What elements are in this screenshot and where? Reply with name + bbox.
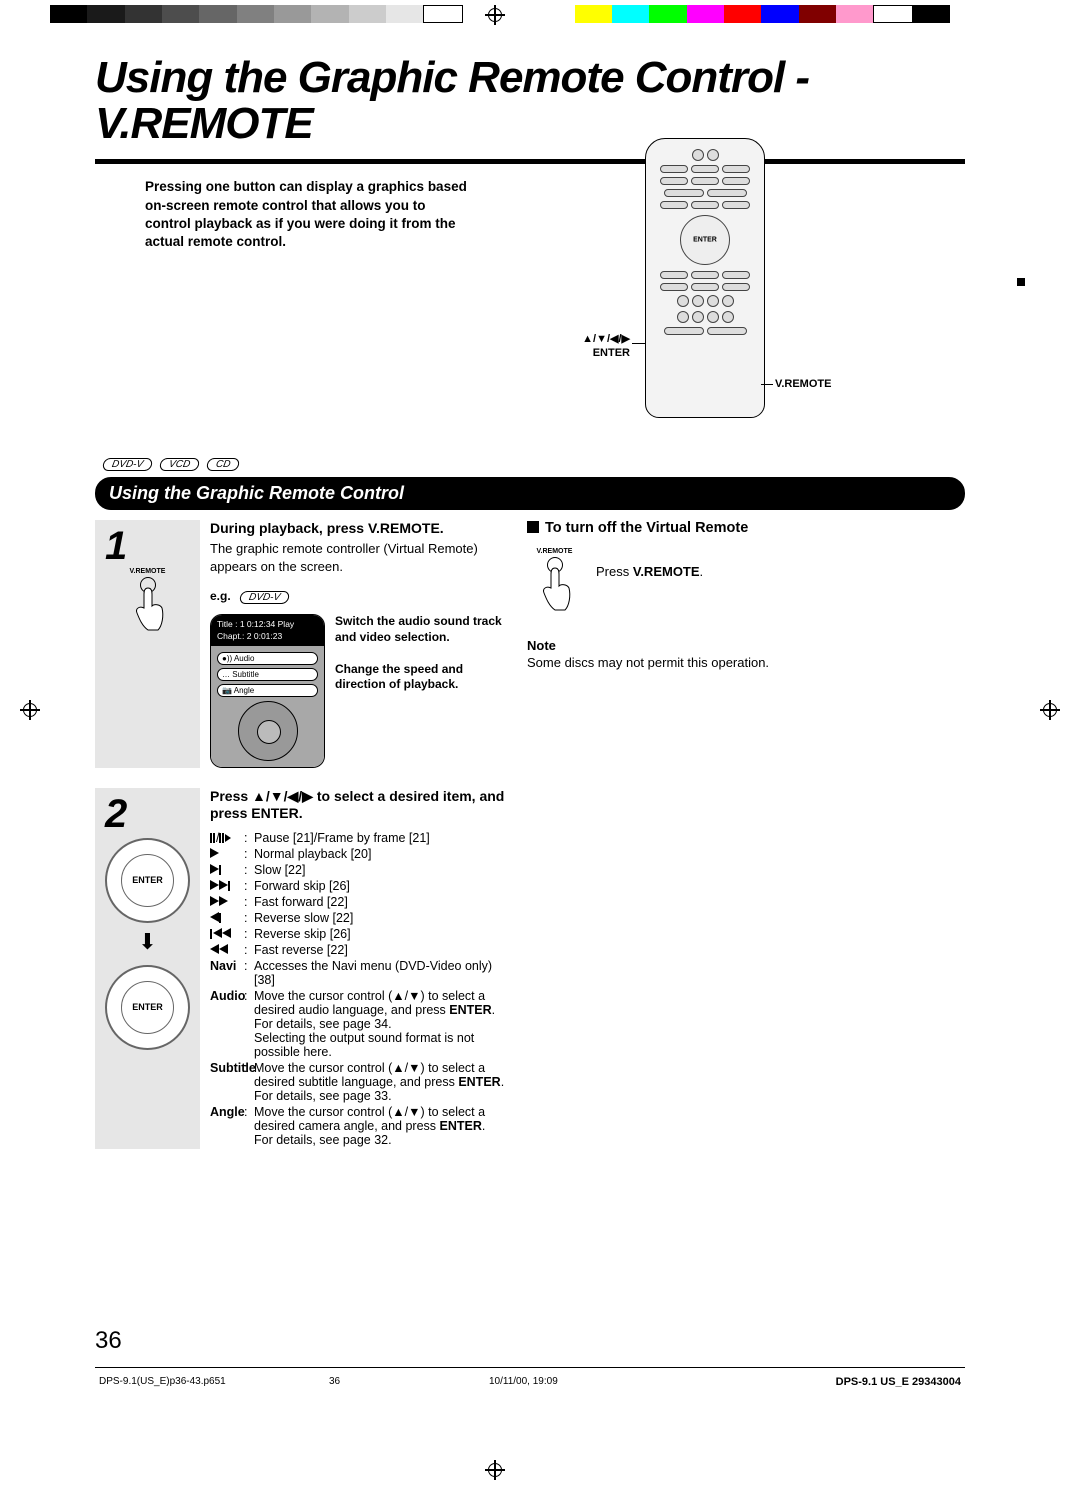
footer-date: 10/11/00, 19:09 <box>489 1376 809 1387</box>
osd-header-line2: Chapt.: 2 0:01:23 <box>217 631 318 642</box>
footer-page: 36 <box>329 1376 489 1387</box>
function-row: Audio:Move the cursor control (▲/▼) to s… <box>210 989 505 1059</box>
function-desc: Reverse skip [26] <box>254 927 505 941</box>
function-desc: Fast forward [22] <box>254 895 505 909</box>
turn-off-instruction: Press V.REMOTE. <box>596 546 703 579</box>
disc-badges: DVD-V VCD CD <box>95 458 965 471</box>
enter-label: ENTER <box>107 1002 188 1012</box>
disc-badge: DVD-V <box>102 458 153 471</box>
function-desc: Pause [21]/Frame by frame [21] <box>254 831 505 845</box>
function-row: Angle:Move the cursor control (▲/▼) to s… <box>210 1105 505 1147</box>
hand-icon <box>535 566 575 612</box>
function-desc: Move the cursor control (▲/▼) to select … <box>254 989 505 1059</box>
intro-text: Pressing one button can display a graphi… <box>95 178 470 428</box>
note-heading: Note <box>527 638 965 653</box>
press-vremote-icon: V.REMOTE <box>527 548 582 618</box>
function-label: Navi <box>210 959 244 987</box>
physical-remote-illustration: ENTER <box>645 138 765 418</box>
function-row: :Forward skip [26] <box>210 879 505 893</box>
function-row: Navi:Accesses the Navi menu (DVD-Video o… <box>210 959 505 987</box>
callout-cursor-enter: ▲/▼/◀/▶ ENTER <box>550 333 630 359</box>
press-icon-label: V.REMOTE <box>527 548 582 555</box>
osd-jog-wheel <box>238 701 298 761</box>
press-vremote-icon: V.REMOTE <box>120 568 175 638</box>
footer-doc: DPS-9.1 US_E 29343004 <box>809 1376 961 1388</box>
page-title: Using the Graphic Remote Control - V.REM… <box>95 55 965 147</box>
eg-label: e.g. <box>210 589 231 603</box>
osd-opt-audio: ●)) Audio <box>217 652 318 665</box>
osd-virtual-remote: Title : 1 0:12:34 Play Chapt.: 2 0:01:23… <box>210 614 325 767</box>
callout-vremote: V.REMOTE <box>775 378 831 390</box>
registration-mark-left <box>20 700 40 720</box>
function-desc: Accesses the Navi menu (DVD-Video only) … <box>254 959 505 987</box>
step-2: 2 ENTER ⬇ ENTER Press ▲/▼/◀/▶ to select … <box>95 788 505 1149</box>
osd-header-line1: Title : 1 0:12:34 Play <box>217 619 318 630</box>
square-bullet-icon <box>527 521 539 533</box>
press-icon-label: V.REMOTE <box>120 568 175 575</box>
frev-icon <box>210 943 244 957</box>
callout-vremote-label: V.REMOTE <box>775 378 831 390</box>
function-desc: Move the cursor control (▲/▼) to select … <box>254 1061 505 1103</box>
registration-mark-bottom <box>485 1460 505 1480</box>
print-footer: DPS-9.1(US_E)p36-43.p651 36 10/11/00, 19… <box>95 1367 965 1395</box>
step-number: 1 <box>105 526 127 566</box>
page-title-block: Using the Graphic Remote Control - V.REM… <box>95 55 965 164</box>
function-label: Audio <box>210 989 244 1059</box>
function-row: :Reverse slow [22] <box>210 911 505 925</box>
function-desc: Fast reverse [22] <box>254 943 505 957</box>
step1-desc: The graphic remote controller (Virtual R… <box>210 540 505 575</box>
slow-rev-icon <box>210 911 244 925</box>
function-row: :Normal playback [20] <box>210 847 505 861</box>
shuttle-dial-icon: ENTER <box>105 838 190 923</box>
function-desc: Slow [22] <box>254 863 505 877</box>
crop-side-mark <box>1017 278 1025 286</box>
function-label: Angle <box>210 1105 244 1147</box>
title-rule <box>95 159 965 164</box>
example-row: e.g. DVD-V <box>210 589 505 604</box>
step-number: 2 <box>105 794 127 834</box>
osd-opt-subtitle: … Subtitle <box>217 668 318 681</box>
section-title: Using the Graphic Remote Control <box>95 477 965 510</box>
slow-fwd-icon <box>210 863 244 877</box>
registration-mark-right <box>1040 700 1060 720</box>
down-arrow-icon: ⬇ <box>138 929 156 955</box>
turn-off-heading: To turn off the Virtual Remote <box>527 520 965 536</box>
function-row: :Reverse skip [26] <box>210 927 505 941</box>
osd-caption-audio: Switch the audio sound track and video s… <box>335 614 505 645</box>
function-row: /:Pause [21]/Frame by frame [21] <box>210 831 505 845</box>
hand-icon <box>128 586 168 632</box>
osd-caption-playback: Change the speed and direction of playba… <box>335 662 505 693</box>
enter-label: ENTER <box>107 875 188 885</box>
step2-heading: Press ▲/▼/◀/▶ to select a desired item, … <box>210 788 505 821</box>
function-label: Subtitle <box>210 1061 244 1103</box>
page-number: 36 <box>95 1327 122 1355</box>
disc-badge: VCD <box>159 458 200 471</box>
function-row: :Fast forward [22] <box>210 895 505 909</box>
note-text: Some discs may not permit this operation… <box>527 655 965 670</box>
play-icon <box>210 847 244 861</box>
shuttle-dial-icon: ENTER <box>105 965 190 1050</box>
function-row: Subtitle:Move the cursor control (▲/▼) t… <box>210 1061 505 1103</box>
function-row: :Fast reverse [22] <box>210 943 505 957</box>
function-row: :Slow [22] <box>210 863 505 877</box>
skip-rev-icon <box>210 927 244 941</box>
callout-cursor-label: ▲/▼/◀/▶ ENTER <box>582 333 630 358</box>
disc-badge: CD <box>206 458 241 471</box>
pause-step-icon: / <box>210 831 244 845</box>
function-desc: Reverse slow [22] <box>254 911 505 925</box>
function-desc: Move the cursor control (▲/▼) to select … <box>254 1105 505 1147</box>
osd-opt-angle: 📷 Angle <box>217 684 318 697</box>
function-desc: Normal playback [20] <box>254 847 505 861</box>
skip-fwd-icon <box>210 879 244 893</box>
step1-heading: During playback, press V.REMOTE. <box>210 520 505 536</box>
function-list: /:Pause [21]/Frame by frame [21] :Normal … <box>210 831 505 1147</box>
registration-mark-top <box>485 5 505 25</box>
step-1: 1 V.REMOTE During playback, press V.REMO… <box>95 520 505 767</box>
turn-off-heading-text: To turn off the Virtual Remote <box>545 520 748 536</box>
footer-file: DPS-9.1(US_E)p36-43.p651 <box>99 1376 329 1387</box>
ffwd-icon <box>210 895 244 909</box>
function-desc: Forward skip [26] <box>254 879 505 893</box>
eg-badge: DVD-V <box>239 591 290 604</box>
